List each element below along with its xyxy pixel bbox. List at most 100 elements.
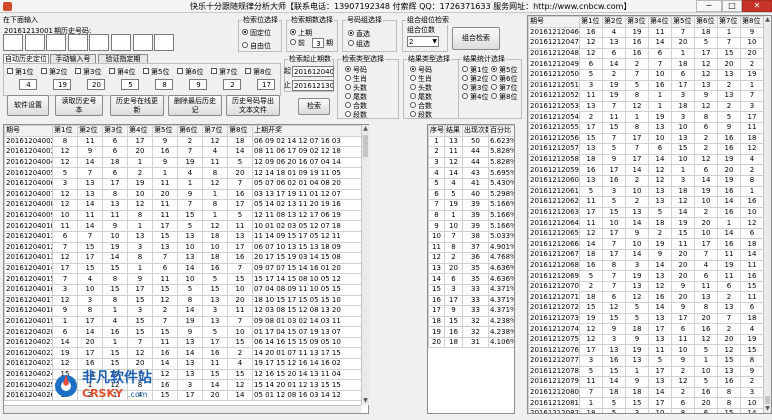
table-row[interactable]: 13 20 35 4.636% — [428, 262, 514, 275]
table-row[interactable]: 8 1 39 5.166% — [428, 209, 514, 222]
table-row[interactable]: 20161212071 18 6 12 16 20 13 2 11 — [528, 291, 764, 304]
table-row[interactable]: 14 6 35 4.636% — [428, 273, 514, 285]
result_table-header-1[interactable]: 序号 — [428, 125, 445, 137]
table-row[interactable]: 20161212055 17 15 8 13 10 6 9 11 — [528, 121, 764, 134]
table-row[interactable]: 20161212049 6 14 2 7 18 12 20 2 — [528, 58, 764, 70]
close-button[interactable]: ✕ — [742, 0, 772, 12]
result-type-radio-3[interactable]: 头数 — [410, 84, 432, 93]
table-row[interactable]: 20161204010 11 14 9 1 17 5 12 11 10 01 02 03 05 1… — [4, 220, 363, 232]
position-value-input[interactable]: 20 — [87, 79, 105, 90]
scroll-down-icon[interactable]: ▼ — [362, 397, 369, 405]
stat-radio-2[interactable]: 第2位 — [462, 75, 488, 84]
table-row[interactable]: 12 2 36 4.768% — [428, 252, 514, 264]
table-row[interactable]: 20161204013 12 17 14 8 7 13 18 16 20 17 15 19 03 … — [4, 252, 363, 264]
stat-radio-5[interactable]: 第5位 — [491, 66, 517, 75]
table-row[interactable]: 20161204011 6 7 10 13 15 13 18 13 11 14 09 15 17 … — [4, 230, 363, 243]
update-history-button[interactable]: 历史号在线更 新 — [110, 95, 164, 116]
direct-select-radio[interactable]: 直选 — [348, 30, 370, 39]
table-row[interactable]: 20161204008 12 14 13 12 11 7 8 17 05 14 02 13 11 … — [4, 199, 363, 211]
position-check-7[interactable]: 第7位 — [211, 68, 237, 77]
table-row[interactable]: 7 19 39 5.166% — [428, 199, 514, 211]
previous-period-radio[interactable]: 上期 — [290, 29, 312, 38]
table-row[interactable]: 9 10 39 5.166% — [428, 220, 514, 232]
table-row[interactable]: 20161212066 14 7 10 19 11 17 16 18 — [528, 238, 764, 251]
period-count-input[interactable]: 3 — [312, 38, 324, 48]
end-period-input[interactable]: 20161213084 — [292, 80, 334, 91]
table-row[interactable]: 16 17 33 4.371% — [428, 294, 514, 307]
history-number-box[interactable] — [46, 34, 67, 51]
table-row[interactable]: 20161212062 11 5 2 13 12 10 14 16 — [528, 196, 764, 208]
table-row[interactable]: 20161212054 2 11 1 19 3 8 5 17 — [528, 111, 764, 123]
table-row[interactable]: 20161204022 19 17 15 12 16 14 16 2 14 20 01 07 11… — [4, 347, 363, 360]
table-row[interactable]: 20161204017 12 3 8 15 12 8 13 20 18 10 15 17 15 0… — [4, 294, 363, 307]
history-number-box[interactable] — [132, 34, 153, 51]
position-check-3[interactable]: 第3位 — [75, 68, 101, 77]
stat-radio-4[interactable]: 第4位 — [462, 93, 488, 102]
main_table-header-10[interactable]: 上期开奖 — [252, 125, 363, 137]
table-row[interactable]: 20161204006 3 13 17 19 11 1 12 7 05 07 06 02 01 0… — [4, 177, 363, 190]
result-type-radio-4[interactable]: 尾数 — [410, 93, 432, 102]
table-row[interactable]: 10 7 38 5.033% — [428, 230, 514, 243]
table-row[interactable]: 20161212080 7 18 18 14 2 16 8 3 — [528, 386, 764, 399]
group-select-radio[interactable]: 组选 — [348, 40, 370, 49]
right_table-header-8[interactable]: 第7位 — [717, 16, 741, 28]
position-value-input[interactable]: 5 — [121, 79, 139, 90]
table-row[interactable]: 20161204007 12 13 8 10 20 9 1 16 03 13 17 19 11 0… — [4, 188, 363, 201]
table-row[interactable]: 20161212072 15 12 5 14 9 8 13 6 — [528, 302, 764, 314]
result_table-header-4[interactable]: 百分比 — [488, 125, 514, 137]
table-row[interactable]: 20161204014 17 15 15 1 6 14 16 7 09 07 07 15 14 1… — [4, 262, 363, 275]
table-row[interactable]: 20161204003 12 9 6 20 16 7 4 14 08 11 06 17 09 02… — [4, 146, 363, 158]
stat-radio-6[interactable]: 第6位 — [491, 75, 517, 84]
stat-radio-7[interactable]: 第7位 — [491, 84, 517, 93]
table-row[interactable]: 20161212075 12 3 9 13 11 12 20 19 — [528, 333, 764, 346]
table-row[interactable]: 20161212067 18 17 14 9 20 7 11 14 — [528, 249, 764, 261]
recent-table-scrollbar[interactable]: ▲ ▼ — [763, 16, 771, 413]
read-history-button[interactable]: 读取历史号 本 — [55, 95, 103, 116]
main_table-header-9[interactable]: 第8位 — [227, 125, 253, 137]
table-row[interactable]: 20161212070 2 7 13 12 9 11 6 15 — [528, 280, 764, 293]
right_table-header-3[interactable]: 第2位 — [602, 16, 626, 28]
search-type-radio-2[interactable]: 生肖 — [345, 75, 367, 84]
history-number-box[interactable] — [89, 34, 110, 51]
start-period-input[interactable]: 20161204002 — [292, 66, 334, 77]
free-position-radio[interactable]: 自由位 — [242, 42, 271, 51]
maximize-button[interactable]: □ — [722, 0, 742, 12]
settings-button[interactable]: 软件设置 — [7, 95, 49, 116]
table-row[interactable]: 20161212068 16 8 3 14 20 4 19 11 — [528, 259, 764, 272]
table-row[interactable]: 20161212058 18 9 17 14 10 12 19 4 — [528, 153, 764, 166]
table-row[interactable]: 20161212047 12 13 16 14 20 5 7 10 — [528, 37, 764, 49]
result-type-radio-2[interactable]: 生肖 — [410, 75, 432, 84]
table-row[interactable]: 20161212078 5 15 1 17 2 10 13 9 — [528, 365, 764, 378]
table-row[interactable]: 20161212081 1 5 15 17 6 20 8 10 — [528, 397, 764, 409]
search-button[interactable]: 检索 — [298, 98, 330, 115]
position-check-1[interactable]: 第1位 — [7, 68, 33, 77]
main_table-header-3[interactable]: 第2位 — [77, 125, 103, 137]
table-row[interactable]: 20161212077 3 16 13 5 9 1 15 8 — [528, 355, 764, 367]
scroll-thumb[interactable] — [363, 135, 368, 157]
stat-radio-3[interactable]: 第3位 — [462, 84, 488, 93]
table-row[interactable]: 17 9 33 4.371% — [428, 305, 514, 317]
delete-history-button[interactable]: 删除最后历史 记 — [168, 95, 222, 116]
table-row[interactable]: 20161204015 7 4 8 9 11 10 5 15 15 17 14 15 08 10 … — [4, 273, 363, 285]
table-row[interactable]: 20161212060 13 16 2 12 3 14 19 8 — [528, 174, 764, 187]
table-row[interactable]: 4 14 43 5.695% — [428, 167, 514, 179]
position-check-5[interactable]: 第5位 — [143, 68, 169, 77]
scroll-down-icon[interactable]: ▼ — [764, 405, 771, 413]
table-row[interactable]: 20161204018 9 8 1 3 2 14 3 11 12 03 08 15 12 08 1… — [4, 305, 363, 317]
table-row[interactable]: 20161212064 11 10 14 18 19 20 1 12 — [528, 217, 764, 229]
table-row[interactable]: 20161204002 8 11 6 17 9 2 12 18 06 09 02 14 12 07… — [4, 135, 363, 148]
scroll-thumb[interactable] — [765, 396, 770, 404]
table-row[interactable]: 20161212069 5 7 19 13 20 6 11 16 — [528, 270, 764, 282]
right_table-header-6[interactable]: 第5位 — [671, 16, 695, 28]
table-row[interactable]: 20161204021 14 20 1 7 11 13 17 15 06 14 16 15 15 … — [4, 336, 363, 349]
main_table-header-8[interactable]: 第7位 — [202, 125, 228, 137]
history-number-box[interactable] — [154, 34, 175, 51]
table-row[interactable]: 19 16 32 4.238% — [428, 326, 514, 338]
position-value-input[interactable]: 19 — [53, 79, 71, 90]
table-row[interactable]: 20 18 31 4.106% — [428, 336, 514, 349]
main_table-header-6[interactable]: 第5位 — [152, 125, 178, 137]
table-row[interactable]: 2 11 44 5.828% — [428, 146, 514, 158]
stat-radio-1[interactable]: 第1位 — [462, 66, 488, 75]
position-check-2[interactable]: 第2位 — [41, 68, 67, 77]
right_table-header-2[interactable]: 第1位 — [579, 16, 603, 28]
